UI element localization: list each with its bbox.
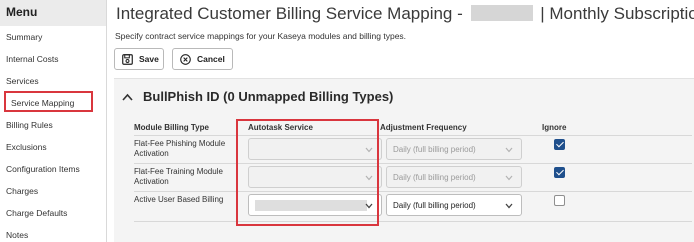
floppy-disk-icon — [122, 53, 133, 65]
row-3-ignore-checkbox[interactable] — [554, 195, 565, 206]
page-subtitle: Specify contract service mappings for yo… — [115, 31, 407, 41]
row-1-autotask-service-dropdown — [248, 138, 382, 160]
sidebar-item-charge-defaults[interactable]: Charge Defaults — [6, 208, 67, 218]
row-3-adjustment-frequency-dropdown[interactable]: Daily (full billing period) — [386, 194, 522, 216]
row-divider — [134, 135, 692, 136]
row-2-adjustment-frequency-dropdown: Daily (full billing period) — [386, 166, 522, 188]
row-3-autotask-service-dropdown[interactable] — [248, 194, 382, 216]
page-title-suffix: | Monthly Subscriptions — [540, 4, 694, 23]
row-3-billing-type: Active User Based Billing — [134, 195, 224, 204]
column-header-ignore: Ignore — [542, 123, 567, 132]
redacted-service-value — [255, 199, 367, 211]
sidebar-item-exclusions[interactable]: Exclusions — [6, 142, 47, 152]
sidebar-item-internal-costs[interactable]: Internal Costs — [6, 54, 58, 64]
sidebar-item-summary[interactable]: Summary — [6, 32, 42, 42]
sidebar-item-notes[interactable]: Notes — [6, 230, 28, 240]
chevron-down-icon — [365, 202, 373, 211]
row-3-adjustment-frequency-value: Daily (full billing period) — [393, 200, 476, 210]
chevron-down-icon — [365, 146, 373, 155]
cancel-button[interactable]: Cancel — [172, 48, 233, 70]
sidebar-item-service-mapping[interactable]: Service Mapping — [4, 91, 93, 112]
row-1-adjustment-frequency-dropdown: Daily (full billing period) — [386, 138, 522, 160]
row-2-billing-type: Flat-Fee Training Module Activation — [134, 167, 223, 186]
row-1-billing-type: Flat-Fee Phishing Module Activation — [134, 139, 226, 158]
page-title: Integrated Customer Billing Service Mapp… — [116, 4, 694, 24]
save-button[interactable]: Save — [114, 48, 164, 70]
redacted-customer-name — [470, 5, 533, 21]
column-header-module-billing-type: Module Billing Type — [134, 123, 209, 132]
chevron-down-icon — [365, 174, 373, 183]
row-divider — [134, 221, 692, 222]
chevron-down-icon — [505, 146, 513, 155]
sidebar-title: Menu — [0, 0, 106, 26]
row-2-adjustment-frequency-value: Daily (full billing period) — [393, 172, 476, 182]
cancel-button-label: Cancel — [197, 54, 225, 64]
sidebar-item-charges[interactable]: Charges — [6, 186, 38, 196]
column-header-adjustment-frequency: Adjustment Frequency — [380, 123, 467, 132]
chevron-down-icon — [505, 202, 513, 211]
row-1-ignore-checkbox[interactable] — [554, 139, 565, 150]
sidebar-item-billing-rules[interactable]: Billing Rules — [6, 120, 53, 130]
cancel-circle-icon — [180, 53, 191, 65]
section-header[interactable]: BullPhish ID (0 Unmapped Billing Types) — [122, 89, 393, 104]
main-content: Integrated Customer Billing Service Mapp… — [108, 0, 694, 242]
row-2-autotask-service-dropdown — [248, 166, 382, 188]
page-title-prefix: Integrated Customer Billing Service Mapp… — [116, 4, 463, 23]
sidebar-item-configuration-items[interactable]: Configuration Items — [6, 164, 80, 174]
row-divider — [134, 163, 692, 164]
sidebar-item-services[interactable]: Services — [6, 76, 39, 86]
bullphish-section: BullPhish ID (0 Unmapped Billing Types) … — [114, 78, 694, 242]
save-button-label: Save — [139, 54, 159, 64]
row-divider — [134, 191, 692, 192]
column-header-autotask-service: Autotask Service — [248, 123, 313, 132]
chevron-up-icon[interactable] — [122, 89, 133, 104]
chevron-down-icon — [505, 174, 513, 183]
section-title: BullPhish ID (0 Unmapped Billing Types) — [143, 89, 394, 104]
sidebar: Menu Summary Internal Costs Services Ser… — [0, 0, 107, 242]
row-1-adjustment-frequency-value: Daily (full billing period) — [393, 144, 476, 154]
row-2-ignore-checkbox[interactable] — [554, 167, 565, 178]
